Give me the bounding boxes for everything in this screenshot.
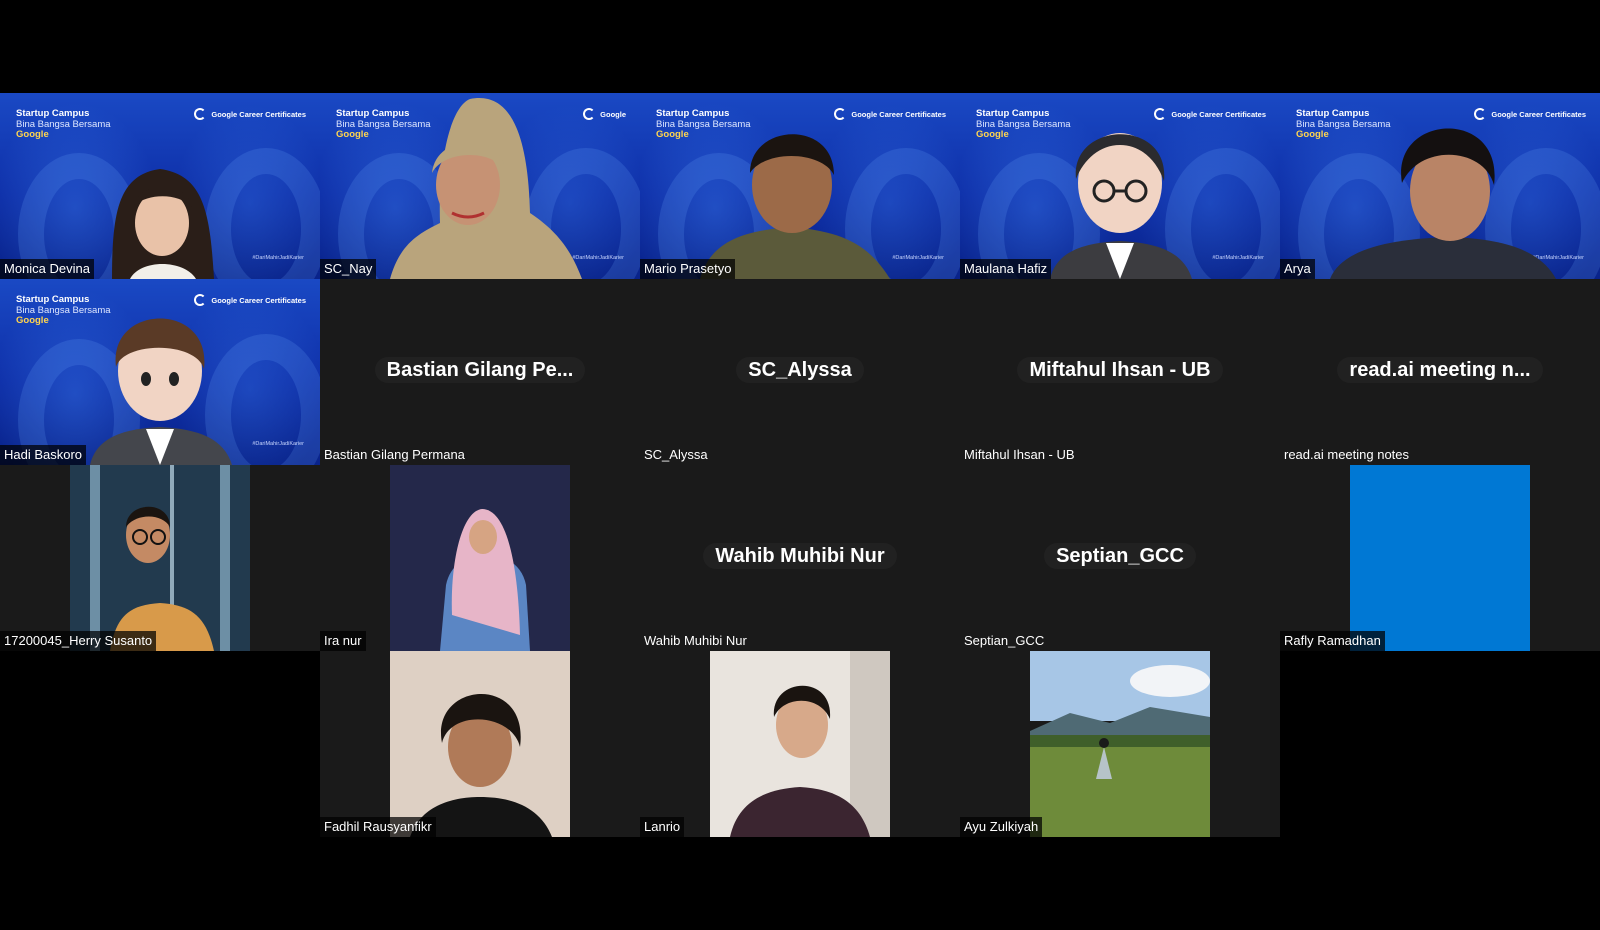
participant-photo xyxy=(710,651,890,837)
participant-name: Wahib Muhibi Nur xyxy=(644,633,747,648)
participant-name: Arya xyxy=(1280,259,1315,279)
participant-tile-maulana-hafiz[interactable]: Startup Campus Bina Bangsa Bersama Googl… xyxy=(960,93,1280,279)
participant-name: Hadi Baskoro xyxy=(0,445,87,465)
participant-tile-mario-prasetyo[interactable]: Startup Campus Bina Bangsa Bersama Googl… xyxy=(640,93,960,279)
participant-tile-arya[interactable]: Startup Campus Bina Bangsa Bersama Googl… xyxy=(1280,93,1600,279)
participant-name: Rafly Ramadhan xyxy=(1280,631,1385,651)
participant-name: Bastian Gilang Permana xyxy=(324,447,465,462)
participant-name: 17200045_Herry Susanto xyxy=(0,631,157,651)
participant-name: SC_Alyssa xyxy=(644,447,708,462)
participant-tile-ira-nur[interactable]: Ira nur xyxy=(320,465,640,651)
participant-name: SC_Nay xyxy=(320,259,377,279)
participant-tile-bastian-gilang-permana[interactable]: Bastian Gilang Pe... Bastian Gilang Perm… xyxy=(320,279,640,465)
participant-name: Ayu Zulkiyah xyxy=(960,817,1043,837)
participant-name: Maulana Hafiz xyxy=(960,259,1052,279)
participant-tile-rafly-ramadhan[interactable]: Rafly Ramadhan xyxy=(1280,465,1600,651)
participant-name: Septian_GCC xyxy=(964,633,1045,648)
participant-name: Ira nur xyxy=(320,631,366,651)
participant-tile-sc-nay[interactable]: Startup Campus Bina Bangsa Bersama Googl… xyxy=(320,93,640,279)
participant-photo xyxy=(390,465,570,651)
participant-tile-wahib-muhibi-nur[interactable]: Wahib Muhibi Nur Wahib Muhibi Nur xyxy=(640,465,960,651)
participant-video xyxy=(390,98,582,279)
participant-tile-read-ai-meeting-notes[interactable]: read.ai meeting n... read.ai meeting not… xyxy=(1280,279,1600,465)
participant-tile-monica-devina[interactable]: Startup Campus Bina Bangsa Bersama Googl… xyxy=(0,93,320,279)
participant-tile-lanrio[interactable]: Lanrio xyxy=(640,651,960,837)
video-gallery: Startup Campus Bina Bangsa Bersama Googl… xyxy=(0,0,1600,930)
participant-tile-fadhil-rausyanfikr[interactable]: Fadhil Rausyanfikr xyxy=(320,651,640,837)
participant-tile-septian-gcc[interactable]: Septian_GCC Septian_GCC xyxy=(960,465,1280,651)
participant-tile-hadi-baskoro[interactable]: Startup Campus Bina Bangsa Bersama Googl… xyxy=(0,279,320,465)
participant-photo xyxy=(1350,465,1530,651)
participant-tile-ayu-zulkiyah[interactable]: Ayu Zulkiyah xyxy=(960,651,1280,837)
participant-tile-miftahul-ihsan-ub[interactable]: Miftahul Ihsan - UB Miftahul Ihsan - UB xyxy=(960,279,1280,465)
participant-tile-sc-alyssa[interactable]: SC_Alyssa SC_Alyssa xyxy=(640,279,960,465)
participant-photo xyxy=(1030,651,1210,837)
participant-name: Fadhil Rausyanfikr xyxy=(320,817,436,837)
participant-video xyxy=(700,134,890,279)
participant-tile-herry-susanto[interactable]: 17200045_Herry Susanto xyxy=(0,465,320,651)
participant-name: Mario Prasetyo xyxy=(640,259,736,279)
participant-video xyxy=(112,169,214,279)
participant-name: Monica Devina xyxy=(0,259,94,279)
avatar-icon xyxy=(1050,133,1192,279)
participant-name: read.ai meeting notes xyxy=(1284,447,1410,462)
avatar-icon xyxy=(90,318,232,465)
participant-video xyxy=(1330,128,1556,279)
participant-photo xyxy=(70,465,250,651)
participant-name: Lanrio xyxy=(640,817,685,837)
participant-photo xyxy=(390,651,570,837)
participant-name: Miftahul Ihsan - UB xyxy=(964,447,1075,462)
